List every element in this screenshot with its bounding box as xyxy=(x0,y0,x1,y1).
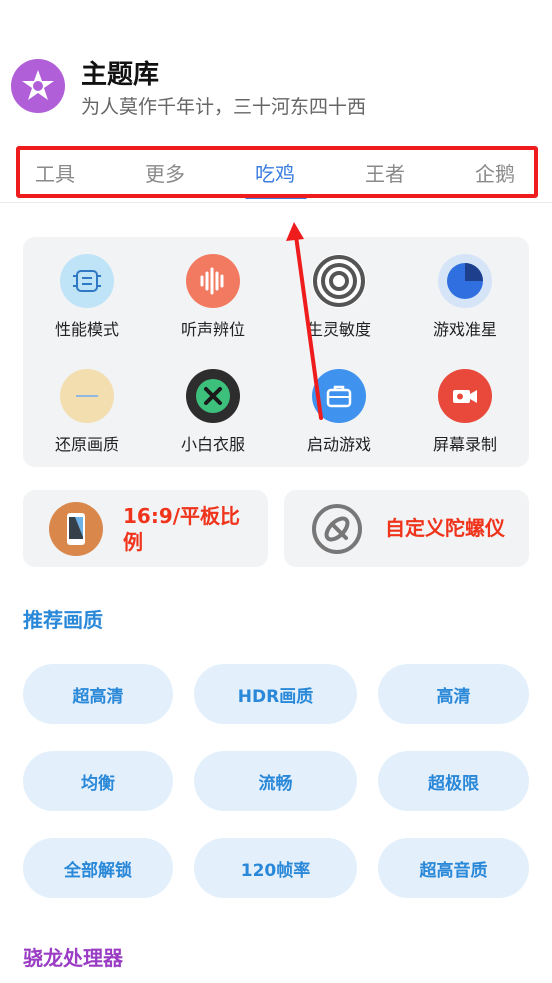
feature-label: 屏幕录制 xyxy=(432,435,497,454)
phone-icon xyxy=(49,502,103,556)
app-logo xyxy=(11,59,65,113)
feature-sensitivity[interactable]: 生灵敏度 xyxy=(284,254,394,340)
annotation-highlight-box xyxy=(16,146,538,198)
quality-option[interactable]: 流畅 xyxy=(194,751,357,811)
aspect-ratio-card[interactable]: 16:9/平板比 例 xyxy=(23,490,268,567)
feature-grid: 性能模式 听声辨位 生灵敏度 游戏准星 还原画质 小白衣服 启动游戏 屏幕录制 xyxy=(23,237,529,467)
feature-crosshair[interactable]: 游戏准星 xyxy=(410,254,520,340)
quality-option[interactable]: 超高清 xyxy=(23,664,173,724)
crosshair-pie-icon xyxy=(438,254,492,308)
star-logo-icon xyxy=(22,70,54,100)
feature-label: 性能模式 xyxy=(54,320,119,339)
restore-icon xyxy=(60,369,114,423)
sound-wave-icon xyxy=(186,254,240,308)
quality-option[interactable]: 超极限 xyxy=(378,751,529,811)
divider xyxy=(0,202,552,203)
quality-option[interactable]: 120帧率 xyxy=(194,838,357,898)
section-title-snapdragon: 骁龙处理器 xyxy=(23,946,123,970)
app-title: 主题库 xyxy=(81,60,160,90)
close-circle-icon xyxy=(186,369,240,423)
briefcase-icon xyxy=(312,369,366,423)
feature-label: 小白衣服 xyxy=(180,435,245,454)
feature-performance-mode[interactable]: 性能模式 xyxy=(32,254,142,340)
quality-option[interactable]: 全部解锁 xyxy=(23,838,173,898)
aspect-ratio-label-line2: 例 xyxy=(123,530,143,554)
feature-label: 启动游戏 xyxy=(306,435,371,454)
feature-sound-locate[interactable]: 听声辨位 xyxy=(158,254,268,340)
feature-label: 听声辨位 xyxy=(180,320,245,339)
video-camera-icon xyxy=(438,369,492,423)
feature-label: 生灵敏度 xyxy=(306,320,371,339)
gyroscope-card[interactable]: 自定义陀螺仪 xyxy=(284,490,529,567)
quality-option[interactable]: 超高音质 xyxy=(378,838,529,898)
feature-white-clothes[interactable]: 小白衣服 xyxy=(158,369,268,455)
feature-label: 还原画质 xyxy=(54,435,119,454)
feature-label: 游戏准星 xyxy=(432,320,497,339)
quality-option[interactable]: 均衡 xyxy=(23,751,173,811)
gyroscope-icon xyxy=(310,502,364,556)
section-title-recommended: 推荐画质 xyxy=(23,608,103,632)
quality-option[interactable]: HDR画质 xyxy=(194,664,357,724)
feature-launch-game[interactable]: 启动游戏 xyxy=(284,369,394,455)
gyroscope-label: 自定义陀螺仪 xyxy=(385,516,505,540)
feature-screen-record[interactable]: 屏幕录制 xyxy=(410,369,520,455)
feature-restore-quality[interactable]: 还原画质 xyxy=(32,369,142,455)
quality-option[interactable]: 高清 xyxy=(378,664,529,724)
aspect-ratio-label-line1: 16:9/平板比 xyxy=(123,504,241,528)
target-icon xyxy=(312,254,366,308)
circuit-icon xyxy=(60,254,114,308)
app-subtitle: 为人莫作千年计，三十河东四十西 xyxy=(81,96,367,118)
